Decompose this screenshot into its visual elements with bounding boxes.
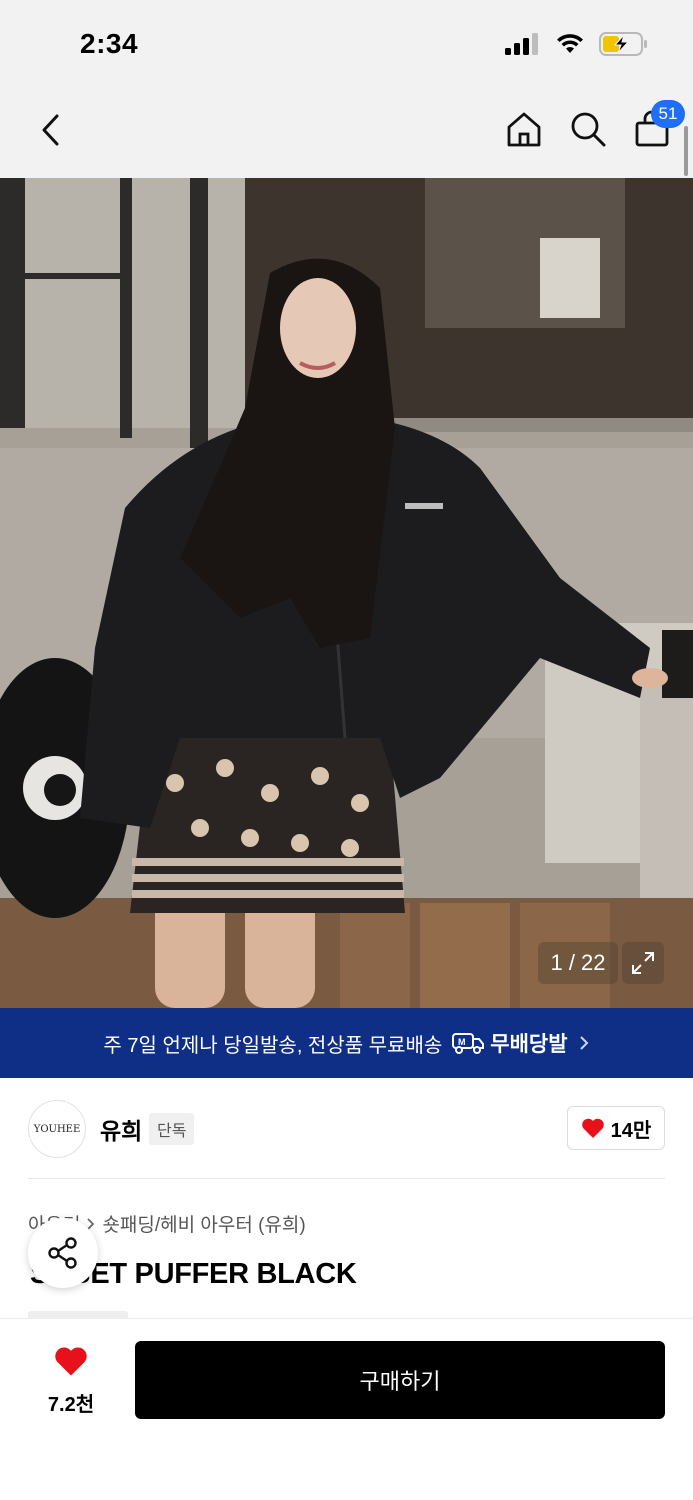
status-icons bbox=[505, 32, 649, 56]
svg-text:M: M bbox=[458, 1037, 466, 1047]
brand-logo-text: YOUHEE bbox=[33, 1123, 81, 1135]
brand-like-button[interactable]: 14만 bbox=[567, 1106, 665, 1150]
heart-icon bbox=[55, 1347, 87, 1376]
home-button[interactable] bbox=[503, 108, 545, 150]
delivery-truck-icon: M bbox=[452, 1033, 485, 1054]
promo-text: 주 7일 언제나 당일발송, 전상품 무료배송 bbox=[103, 1034, 443, 1057]
nav-actions: 51 bbox=[503, 100, 685, 150]
brand-row: YOUHEE 유희 단독 14만 bbox=[0, 1098, 693, 1158]
brand-name[interactable]: 유희 bbox=[100, 1112, 142, 1146]
product-photo bbox=[0, 178, 693, 1008]
scrollbar[interactable] bbox=[684, 126, 688, 176]
wifi-icon bbox=[557, 34, 583, 53]
heart-icon bbox=[581, 1118, 604, 1138]
gallery-counter: 1 / 22 bbox=[538, 942, 618, 984]
search-icon bbox=[571, 112, 606, 147]
product-image-gallery[interactable]: 1 / 22 bbox=[0, 178, 693, 1008]
buy-button[interactable]: 구매하기 bbox=[135, 1341, 665, 1419]
cart-button[interactable]: 51 bbox=[631, 100, 685, 150]
status-time: 2:34 bbox=[80, 28, 139, 59]
signal-icon bbox=[505, 33, 538, 55]
chevron-left-icon bbox=[42, 114, 59, 146]
status-bar: 2:34 bbox=[0, 0, 693, 92]
share-button[interactable] bbox=[28, 1218, 98, 1288]
brand-logo[interactable]: YOUHEE bbox=[28, 1100, 86, 1158]
battery-charging-icon bbox=[599, 32, 647, 56]
search-button[interactable] bbox=[567, 108, 609, 150]
top-nav-bar: 51 bbox=[0, 92, 693, 178]
back-button[interactable] bbox=[30, 110, 70, 150]
brand-like-count: 14만 bbox=[610, 1119, 652, 1142]
cart-count-badge: 51 bbox=[651, 100, 685, 128]
promo-brand: M 무배당발 bbox=[452, 1028, 568, 1058]
promo-brand-label: 무배당발 bbox=[490, 1033, 568, 1056]
home-icon bbox=[507, 112, 541, 147]
shipping-promo-banner[interactable]: 주 7일 언제나 당일발송, 전상품 무료배송 M 무배당발 bbox=[0, 1008, 693, 1078]
chevron-right-icon bbox=[579, 1036, 588, 1050]
share-icon bbox=[48, 1237, 77, 1269]
exclusive-badge: 단독 bbox=[149, 1113, 195, 1145]
wishlist-count: 7.2천 bbox=[47, 1394, 95, 1416]
breadcrumb-item[interactable]: 숏패딩/헤비 아우터 (유희) bbox=[102, 1210, 305, 1237]
divider bbox=[28, 1178, 665, 1179]
bottom-action-bar: 7.2천 구매하기 bbox=[0, 1318, 693, 1500]
expand-icon bbox=[632, 952, 654, 974]
expand-button[interactable] bbox=[622, 942, 664, 984]
wishlist-button[interactable]: 7.2천 bbox=[34, 1345, 108, 1417]
